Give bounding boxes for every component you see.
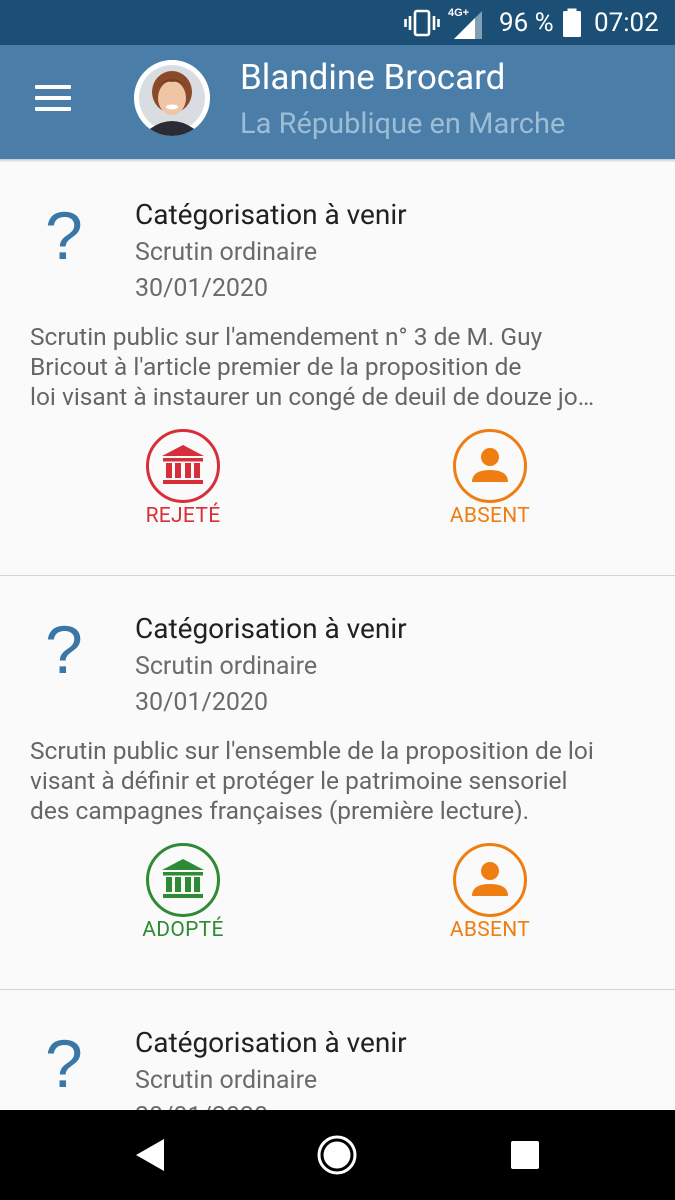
hamburger-menu-icon[interactable] <box>35 85 71 111</box>
vote-description-line: loi visant à instaurer un congé de deuil… <box>30 382 595 411</box>
vote-description-line: Scrutin public sur l'amendement n° 3 de … <box>30 322 543 351</box>
vote-date: 30/01/2020 <box>135 274 269 303</box>
vote-result-label: REJETÉ <box>145 504 221 528</box>
parliament-rejected-icon[interactable] <box>145 428 221 504</box>
navigation-bar <box>0 1110 675 1200</box>
vote-category: Catégorisation à venir <box>135 612 407 645</box>
vote-result-label: ADOPTÉ <box>142 918 224 942</box>
vote-category: Catégorisation à venir <box>135 198 407 231</box>
vote-description-line: Bricout à l'article premier de la propos… <box>30 352 522 381</box>
deputy-party: La République en Marche <box>240 107 566 141</box>
status-bar: 4G+ 96 % 07:02 <box>0 0 675 45</box>
vote-description: Scrutin public sur l'amendement n° 3 de … <box>30 322 645 412</box>
parliament-adopted-icon[interactable] <box>145 842 221 918</box>
vote-description-line: visant à définir et protéger le patrimoi… <box>30 766 568 795</box>
vote-description: Scrutin public sur l'ensemble de la prop… <box>30 736 645 826</box>
deputy-vote-label: ABSENT <box>449 918 531 942</box>
question-mark-icon: ? <box>45 198 83 274</box>
vote-type: Scrutin ordinaire <box>135 652 318 681</box>
question-mark-icon: ? <box>45 1026 83 1102</box>
vote-description-line: Scrutin public sur l'ensemble de la prop… <box>30 736 594 765</box>
person-absent-icon[interactable] <box>452 842 528 918</box>
vote-type: Scrutin ordinaire <box>135 238 318 267</box>
vote-category: Catégorisation à venir <box>135 1026 407 1059</box>
vote-date: 30/01/2020 <box>135 1102 268 1110</box>
vibrate-icon <box>404 0 440 45</box>
home-circle-icon[interactable] <box>315 1135 359 1175</box>
battery-percent: 96 % <box>499 7 554 38</box>
network-type-label: 4G+ <box>448 7 469 19</box>
vote-card[interactable]: ? Catégorisation à venir Scrutin ordinai… <box>0 162 675 575</box>
clock: 07:02 <box>594 7 659 38</box>
signal-icon: 4G+ <box>448 0 488 45</box>
vote-card[interactable]: ? Catégorisation à venir Scrutin ordinai… <box>0 990 675 1110</box>
vote-date: 30/01/2020 <box>135 688 269 717</box>
app-bar: Blandine Brocard La République en Marche <box>0 45 675 204</box>
back-triangle-icon[interactable] <box>130 1135 174 1175</box>
question-mark-icon: ? <box>45 612 83 688</box>
deputy-name: Blandine Brocard <box>240 57 506 98</box>
battery-icon <box>561 0 583 45</box>
vote-description-line: des campagnes françaises (première lectu… <box>30 796 530 825</box>
vote-type: Scrutin ordinaire <box>135 1066 318 1095</box>
recents-square-icon[interactable] <box>505 1135 549 1175</box>
vote-card[interactable]: ? Catégorisation à venir Scrutin ordinai… <box>0 576 675 989</box>
avatar[interactable] <box>134 60 210 136</box>
deputy-vote-label: ABSENT <box>449 504 531 528</box>
person-absent-icon[interactable] <box>452 428 528 504</box>
